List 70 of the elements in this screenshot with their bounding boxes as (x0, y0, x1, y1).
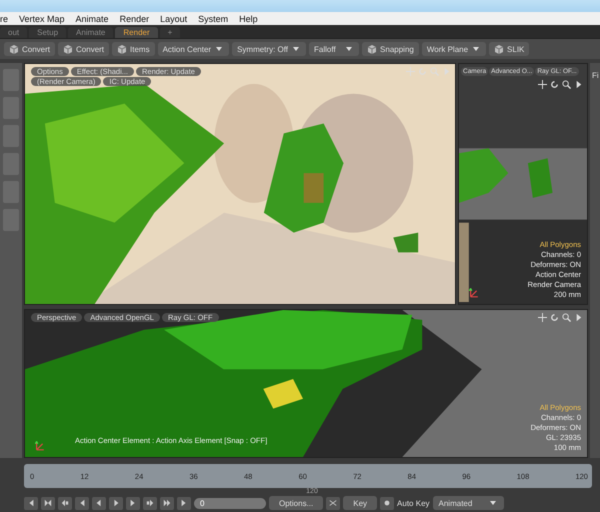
rotate-icon (550, 313, 559, 322)
dot-icon (383, 499, 392, 507)
key-icon (329, 499, 338, 507)
playback-icon (163, 499, 171, 507)
menu-item[interactable]: Layout (160, 14, 188, 24)
menu-item[interactable]: Animate (76, 14, 109, 24)
playback-icon (61, 499, 69, 507)
transport-button[interactable] (41, 496, 55, 510)
menu-item[interactable]: System (198, 14, 228, 24)
tool-button[interactable]: Snapping (362, 42, 419, 56)
rotate-icon (550, 80, 559, 89)
layout-tab[interactable]: Animate (68, 27, 114, 38)
tool-button[interactable]: Convert (4, 42, 56, 56)
arrow-icon (574, 80, 583, 89)
transport-button[interactable] (109, 496, 123, 510)
dropdown-button[interactable]: Symmetry: Off (232, 42, 306, 56)
key-button[interactable]: Key (343, 496, 378, 510)
transport-button[interactable] (143, 496, 157, 510)
transport-button[interactable] (92, 496, 106, 510)
axis-icon (467, 286, 479, 298)
transport-button[interactable] (58, 496, 72, 510)
cube-icon (9, 44, 19, 54)
playback-icon (95, 499, 103, 507)
frame-field[interactable]: 0 (194, 498, 266, 508)
layout-tab[interactable]: Render (115, 27, 158, 38)
layout-tab[interactable]: out (0, 27, 28, 38)
cube-icon (494, 44, 504, 54)
rotate-icon (418, 67, 427, 76)
arrow-icon (442, 67, 451, 76)
move-icon (538, 80, 547, 89)
menu-item[interactable]: Help (239, 14, 258, 24)
transport-button[interactable] (24, 496, 38, 510)
layout-tab[interactable]: Setup (29, 27, 66, 38)
cube-icon (117, 44, 128, 54)
transport-button[interactable] (126, 496, 140, 510)
dropdown-button[interactable]: Falloff (309, 42, 360, 56)
move-icon (406, 67, 415, 76)
zoom-icon (562, 313, 571, 322)
zoom-icon (430, 67, 439, 76)
playback-icon (78, 499, 86, 507)
panel-label: Fi (592, 71, 599, 80)
transport-button[interactable] (75, 496, 89, 510)
mode-dropdown[interactable]: Animated (432, 496, 504, 510)
playback-icon (44, 499, 52, 507)
transport-button[interactable] (160, 496, 174, 510)
playback-icon (146, 499, 154, 507)
arrow-icon (574, 313, 583, 322)
tool-button[interactable]: Items (112, 42, 155, 56)
tool-button[interactable]: Convert (58, 42, 110, 56)
axis-icon (33, 439, 45, 451)
auto-key-label: Auto Key (397, 498, 430, 508)
playback-icon (180, 499, 188, 507)
menu-item[interactable]: Vertex Map (19, 14, 65, 24)
cube-icon (63, 44, 74, 54)
options-button[interactable]: Options... (269, 496, 324, 510)
zoom-icon (562, 80, 571, 89)
playback-icon (27, 499, 35, 507)
playback-icon (129, 499, 137, 507)
menu-item[interactable]: Render (120, 14, 150, 24)
auto-key-button[interactable] (380, 496, 394, 510)
dropdown-button[interactable]: Work Plane (422, 42, 486, 56)
key-button[interactable] (326, 496, 340, 510)
transport-button[interactable] (177, 496, 191, 510)
playback-icon (112, 499, 120, 507)
menu-item[interactable]: re (0, 14, 8, 24)
dropdown-button[interactable]: Action Center (158, 42, 230, 56)
layout-tab[interactable]: + (160, 27, 180, 38)
tool-button[interactable]: SLIK (489, 42, 530, 56)
cube-icon (367, 44, 378, 54)
move-icon (538, 313, 547, 322)
